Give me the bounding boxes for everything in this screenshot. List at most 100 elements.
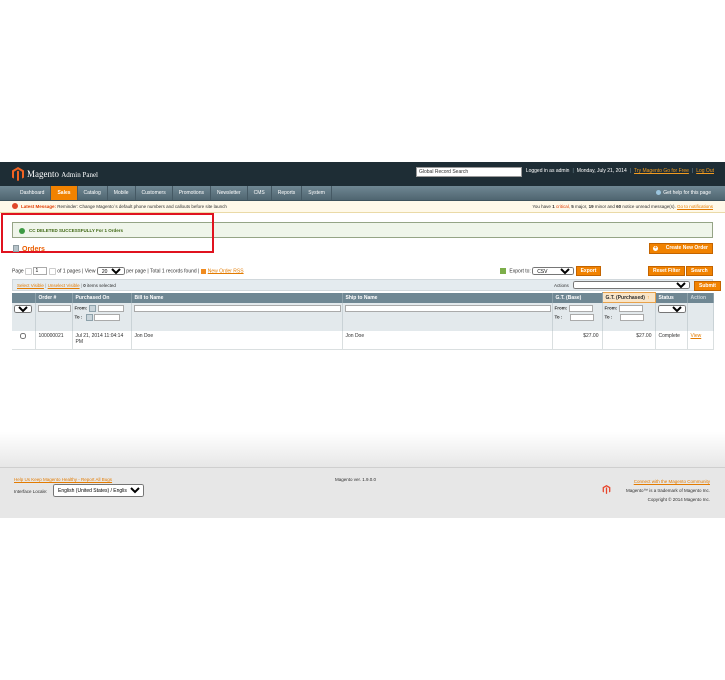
select-visible-link[interactable]: Select Visible: [17, 283, 44, 288]
cell-status: Complete: [655, 331, 688, 350]
footer: Help Us Keep Magento Healthy - Report Al…: [0, 467, 725, 518]
prev-page-icon[interactable]: [25, 267, 33, 275]
interface-locale-select[interactable]: English (United States) / English: [53, 484, 144, 497]
gt-base-from-label: From:: [554, 305, 568, 311]
copyright-text: Copyright © 2014 Magento Inc.: [647, 497, 710, 502]
gt-base-from-input[interactable]: [568, 304, 593, 312]
create-new-order-button[interactable]: + Create New Order: [649, 243, 713, 254]
col-header-ship-to[interactable]: Ship to Name: [342, 292, 553, 303]
filter-any-select[interactable]: Any: [14, 304, 32, 313]
col-header-status[interactable]: Status: [655, 292, 688, 303]
filter-cell-ship-to: [342, 302, 553, 331]
col-header-gt-purchased[interactable]: G.T. (Purchased) ↑: [601, 292, 656, 303]
gt-purchased-to-input[interactable]: [619, 314, 644, 321]
nav-item-promotions[interactable]: Promotions: [173, 186, 211, 200]
view-label: View: [84, 268, 96, 275]
page-help-link[interactable]: Get help for this page: [656, 190, 711, 196]
cell-order-number: 100000021: [35, 331, 73, 350]
global-search-input[interactable]: [416, 167, 522, 177]
actions-select[interactable]: [573, 281, 690, 289]
nav-item-reports[interactable]: Reports: [272, 186, 303, 200]
nav-item-dashboard[interactable]: Dashboard: [14, 186, 52, 200]
items-selected-label: items selected: [87, 283, 116, 288]
nav-item-customers[interactable]: Customers: [136, 186, 173, 200]
nav-item-newsletter[interactable]: Newsletter: [211, 186, 248, 200]
per-page-select[interactable]: 20: [96, 267, 125, 275]
system-notice-bar: Latest Message: Reminder: Change Magento…: [0, 201, 725, 213]
create-new-order-label: Create New Order: [665, 245, 708, 251]
gt-base-to-input[interactable]: [569, 313, 594, 321]
col-header-gt-base[interactable]: G.T. (Base): [552, 292, 603, 303]
report-bugs-link[interactable]: Help Us Keep Magento Healthy - Report Al…: [14, 477, 112, 482]
gt-base-to-label: To :: [554, 314, 563, 320]
latest-message: Latest Message: Reminder: Change Magento…: [21, 204, 227, 209]
search-button[interactable]: Search: [686, 266, 713, 276]
filter-ship-to-input[interactable]: [344, 304, 551, 312]
col-header-purchased-on[interactable]: Purchased On: [72, 292, 132, 303]
export-format-select[interactable]: CSV: [532, 267, 575, 275]
nav-item-sales[interactable]: Sales: [51, 186, 78, 200]
nav-item-mobile[interactable]: Mobile: [108, 186, 136, 200]
trademark-text: Magento™ is a trademark of Magento Inc.: [625, 488, 710, 493]
gt-purchased-from-input[interactable]: [618, 305, 643, 312]
items-selected-count: 0: [83, 283, 86, 288]
col-header-bill-to[interactable]: Bill to Name: [131, 292, 343, 303]
calendar-icon[interactable]: [85, 313, 93, 321]
row-checkbox-cell: [12, 331, 36, 350]
brand-logo[interactable]: Magento Admin Panel: [27, 169, 98, 179]
new-order-rss-link[interactable]: New Order RSS: [208, 268, 244, 274]
row-checkbox[interactable]: [20, 333, 27, 339]
nav-item-catalog[interactable]: Catalog: [78, 186, 108, 200]
cell-gt-base: $27.00: [552, 331, 603, 350]
export-button[interactable]: Export: [575, 266, 602, 276]
calendar-icon[interactable]: [89, 304, 97, 312]
gt-purchased-to-label: To :: [604, 314, 613, 320]
purchased-from-input[interactable]: [97, 304, 124, 312]
export-label: Export to:: [509, 268, 531, 275]
community-link[interactable]: Connect with the Magento Community: [634, 479, 710, 484]
current-date: Monday, July 21, 2014: [576, 168, 627, 174]
critical-label: critical,: [555, 204, 570, 209]
cell-bill-to: Jon Doe: [131, 331, 343, 350]
goto-notifications-link[interactable]: Go to notifications: [677, 204, 713, 209]
nav-item-cms[interactable]: CMS: [248, 186, 272, 200]
page-title: Orders: [22, 246, 45, 253]
admin-header: Magento Admin Panel Logged in as admin|M…: [0, 162, 725, 186]
brand-subtitle: Admin Panel: [61, 171, 98, 179]
col-header-order-number[interactable]: Order #: [35, 292, 73, 303]
filter-status-select[interactable]: [657, 304, 686, 313]
locale-label: Interface Locale:: [14, 489, 48, 494]
next-page-icon[interactable]: [48, 267, 56, 275]
purchased-to-label: To :: [74, 314, 83, 320]
view-order-link[interactable]: View: [691, 333, 702, 339]
header-links: Logged in as admin | Monday, July 21, 2014…: [525, 168, 714, 174]
nav-item-system[interactable]: System: [302, 186, 332, 200]
page-number-input[interactable]: [33, 267, 48, 275]
help-icon: [656, 190, 662, 196]
unselect-visible-link[interactable]: Unselect Visible: [48, 283, 80, 288]
major-count: 5: [571, 204, 574, 209]
cell-action: View: [687, 331, 714, 350]
logout-link[interactable]: Log Out: [696, 168, 714, 174]
orders-page-icon: [13, 245, 19, 252]
gt-purchased-from-label: From:: [604, 305, 618, 311]
try-magento-go-link[interactable]: Try Magento Go for Free: [634, 168, 689, 174]
export-controls: Export to: CSV Export: [500, 266, 602, 276]
magento-footer-logo-icon: [602, 485, 611, 494]
filter-bill-to-input[interactable]: [133, 304, 341, 312]
grid-header-row: Order # Purchased On Bill to Name Ship t…: [12, 292, 714, 303]
export-icon: [500, 268, 506, 274]
cell-purchased-on: Jul 21, 2014 11:04:14 PM: [72, 331, 132, 350]
magento-logo-icon: [12, 167, 24, 181]
per-page-label: per page: [126, 268, 146, 275]
purchased-to-input[interactable]: [93, 313, 120, 321]
cell-gt-purchased: $27.00: [602, 331, 656, 350]
orders-grid: Order # Purchased On Bill to Name Ship t…: [12, 292, 714, 350]
filter-order-input[interactable]: [37, 304, 71, 312]
submit-button[interactable]: Submit: [694, 281, 721, 291]
reset-filter-button[interactable]: Reset Filter: [648, 266, 686, 276]
brand-name: Magento: [27, 169, 59, 179]
table-row[interactable]: 100000021 Jul 21, 2014 11:04:14 PM Jon D…: [12, 331, 714, 350]
col-header-checkbox: [12, 292, 36, 303]
of-pages-text: of 1 pages: [57, 268, 81, 275]
